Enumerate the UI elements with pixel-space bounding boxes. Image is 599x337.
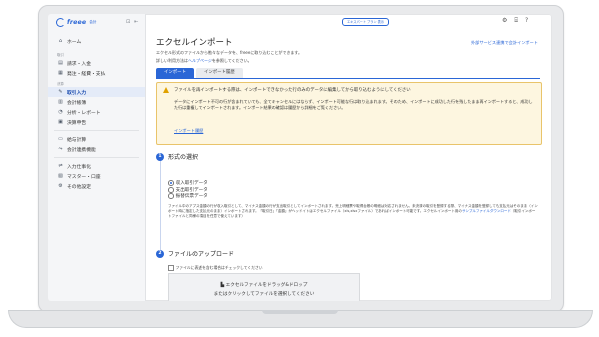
app-screen: freee 会計 ⊡ ⇤ ⌂ ホーム 取引 ▤ 請求・入金 ▦ 発注・経費・支払… (48, 14, 552, 301)
tab-import[interactable]: インポート (156, 68, 194, 78)
sidebar-item-automation[interactable]: ⇌ 入力仕事化 (48, 161, 145, 171)
sidebar-item-settings[interactable]: ⚙ その他設定 (48, 181, 145, 191)
page-description: エクセル形式のファイルから勘々なデータを、freeeに取り込むことができます。 (156, 50, 302, 55)
sidebar-item-label: 給与計算 (67, 137, 87, 143)
plan-badge[interactable]: エキスパート プラン 表示 (342, 18, 389, 26)
sidebar-item-books[interactable]: ▥ 会計帳簿 (48, 97, 145, 107)
sidebar-item-label: 入力仕事化 (67, 164, 91, 170)
logo-sub: 会計 (89, 20, 97, 24)
import-history-link[interactable]: インポート履歴 (174, 128, 203, 134)
drop-label: エクセルファイルをドラッグ&ドロップ (225, 283, 308, 288)
sidebar-item-label: 取引入力 (67, 90, 87, 96)
sidebar-item-salary[interactable]: ▭ 給与計算 (48, 134, 145, 144)
report-icon: ◔ (58, 109, 63, 115)
logo-icon (56, 18, 65, 27)
format-note: ファイル中のアプス金額の行が収入取引として、マイナス金額の行が支出取引としてイン… (168, 204, 538, 220)
logo-text: freee (67, 19, 87, 26)
master-icon: ▧ (58, 173, 63, 179)
step-1-header: 1 形式の選択 (156, 152, 198, 161)
step-connector (160, 158, 161, 254)
home-icon: ⌂ (58, 38, 63, 44)
sidebar-item-label: 決算申告 (67, 120, 87, 126)
sidebar-item-label: 発注・経費・支払 (67, 71, 106, 77)
freee-logo[interactable]: freee 会計 (56, 18, 97, 27)
sidebar-item-master[interactable]: ▧ マスター・口座 (48, 171, 145, 181)
warning-title: ファイルを再インポートする際は、インポートできなかった行のみのデータに編集してか… (174, 88, 411, 93)
help-page-link[interactable]: ヘルプページ (188, 58, 212, 63)
sidebar-item-entry[interactable]: ✎ 取引入力 (48, 87, 145, 97)
step-title: ファイルのアップロード (168, 251, 235, 258)
help-icon[interactable]: ? (525, 17, 528, 25)
step-number: 1 (156, 152, 164, 161)
link-icon: ⤳ (58, 146, 63, 152)
sidebar-item-invoice[interactable]: ▤ 請求・入金 (48, 58, 145, 68)
radio-button[interactable] (168, 193, 174, 200)
collapse-icon[interactable]: ⇤ (134, 19, 138, 25)
settings-icon: ⚙ (58, 183, 63, 189)
salary-icon: ▭ (58, 136, 63, 142)
help-suffix: を参照してください。 (211, 58, 252, 63)
sidebar-item-report[interactable]: ◔ 分析・レポート (48, 107, 145, 117)
sidebar-item-label: マスター・口座 (67, 174, 101, 180)
help-prefix: 詳しい利用方法は (156, 58, 188, 63)
sidebar-item-label: 会計帳簿 (67, 100, 87, 106)
checkbox-label: ファイルに表述を含む場合はチェックしてください (175, 265, 263, 270)
header-checkbox-row[interactable]: ファイルに表述を含む場合はチェックしてください (168, 265, 263, 271)
radio-label: 振替伝票データ (175, 194, 208, 200)
radio-label: 支出取引データ (175, 187, 208, 193)
sidebar-item-home[interactable]: ⌂ ホーム (48, 36, 145, 46)
sidebar-nav: ⌂ ホーム 取引 ▤ 請求・入金 ▦ 発注・経費・支払 決算 ✎ 取引入力 ▥ … (48, 32, 145, 191)
page-title: エクセルインポート (156, 38, 233, 48)
sidebar-item-payment[interactable]: ▦ 発注・経費・支払 (48, 68, 145, 78)
book-icon: ▥ (58, 99, 63, 105)
tab-import-history[interactable]: インポート履歴 (195, 68, 243, 78)
warning-box: ファイルを再インポートする際は、インポートできなかった行のみのデータに編集してか… (156, 82, 542, 145)
sample-download-link[interactable]: サンプルファイルダウンロード (462, 209, 511, 213)
top-bar: エキスパート プラン 表示 ⚙ ⌸ ? (146, 14, 552, 28)
entry-icon: ✎ (58, 89, 63, 95)
sidebar-divider (54, 130, 139, 131)
gift-icon[interactable]: ⌸ (514, 17, 518, 25)
radio-transfer[interactable]: 振替伝票データ (168, 193, 208, 200)
sidebar-item-tax[interactable]: ▣ 決算申告 (48, 117, 145, 127)
tab-bar: インポート インポート履歴 (156, 68, 540, 79)
radio-button[interactable] (168, 186, 174, 193)
laptop-notch (262, 310, 338, 314)
radio-button[interactable] (168, 180, 174, 187)
file-drop-zone[interactable]: ▙ エクセルファイルをドラッグ&ドロップ またはクリックしてファイルを選択してく… (168, 273, 360, 301)
invoice-icon: ▤ (58, 60, 63, 66)
step-2-header: 2 ファイルのアップロード (156, 249, 234, 258)
warning-body: データにインポート不可の行が含まれていても、全てキャンセルにはならず、インポート… (174, 99, 533, 111)
external-import-link[interactable]: 外部サービス連携で会計インポート (471, 40, 538, 46)
sidebar-tools: ⊡ ⇤ (126, 19, 138, 25)
sidebar: freee 会計 ⊡ ⇤ ⌂ ホーム 取引 ▤ 請求・入金 ▦ 発注・経費・支払… (48, 14, 146, 301)
header-checkbox[interactable] (168, 265, 174, 271)
step-number: 2 (156, 249, 164, 258)
sidebar-item-link[interactable]: ⤳ 会計連携機能 (48, 144, 145, 154)
sidebar-item-label: ホーム (67, 39, 82, 45)
step-title: 形式の選択 (168, 154, 199, 161)
automation-icon: ⇌ (58, 163, 63, 169)
sidebar-item-label: 分析・レポート (67, 110, 101, 116)
gear-icon[interactable]: ⚙ (502, 17, 507, 25)
panel-icon[interactable]: ⊡ (126, 19, 130, 25)
tax-icon: ▣ (58, 119, 63, 125)
sidebar-item-label: その他設定 (67, 184, 91, 190)
radio-label: 収入取引データ (175, 181, 208, 187)
main-content: エクセルインポート 外部サービス連携で会計インポート エクセル形式のファイルから… (146, 28, 552, 301)
format-radio-group: 収入取引データ 支出取引データ 振替伝票データ (168, 180, 208, 200)
payment-icon: ▦ (58, 70, 63, 76)
warning-icon (163, 87, 169, 93)
top-icons: ⚙ ⌸ ? (502, 17, 528, 25)
sidebar-item-label: 会計連携機能 (67, 147, 96, 153)
drop-secondary: またはクリックしてファイルを選択してください (213, 292, 315, 297)
page-help-text: 詳しい利用方法はヘルプページを参照してください。 (156, 58, 252, 64)
sidebar-item-label: 請求・入金 (67, 61, 91, 67)
drop-primary: ▙ エクセルファイルをドラッグ&ドロップ (169, 282, 359, 288)
sidebar-divider (54, 157, 139, 158)
